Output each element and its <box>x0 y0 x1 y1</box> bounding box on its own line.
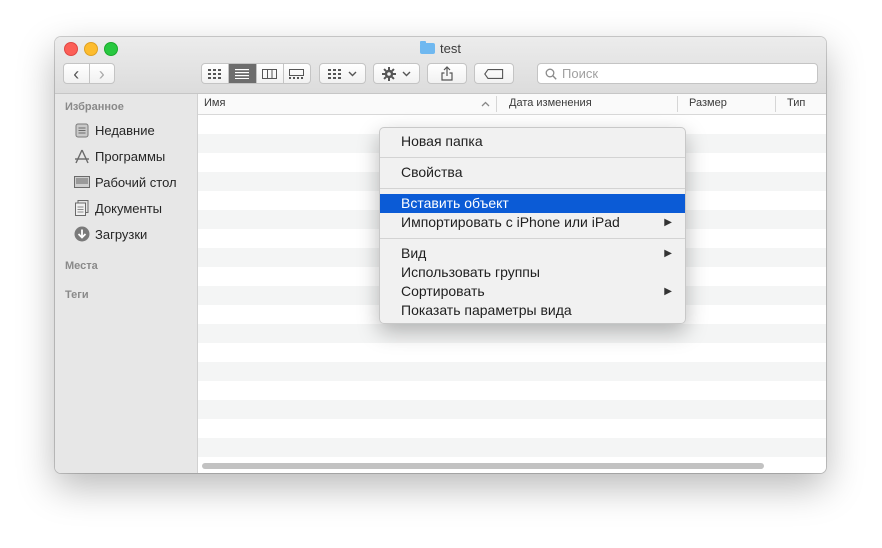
menu-item-get-info[interactable]: Свойства <box>380 163 685 182</box>
column-date-modified[interactable]: Дата изменения <box>509 97 592 109</box>
menu-item-label: Импортировать с iPhone или iPad <box>401 214 620 230</box>
documents-icon <box>73 200 90 216</box>
gallery-icon <box>289 68 305 79</box>
menu-separator <box>380 238 685 239</box>
empty-row <box>198 381 826 400</box>
empty-row <box>198 419 826 438</box>
empty-row <box>198 438 826 457</box>
submenu-arrow-icon: ▶ <box>664 286 672 297</box>
chevron-down-icon <box>402 71 411 76</box>
share-icon <box>441 66 453 81</box>
tags-button[interactable] <box>474 63 514 84</box>
group-grid-icon <box>328 68 341 79</box>
sidebar-item-label: Недавние <box>95 122 155 138</box>
submenu-arrow-icon: ▶ <box>664 217 672 228</box>
sidebar-item-label: Загрузки <box>95 226 148 242</box>
menu-item-paste[interactable]: Вставить объект <box>380 194 685 213</box>
empty-row <box>198 400 826 419</box>
menu-item-label: Использовать группы <box>401 264 540 280</box>
forward-button[interactable]: › <box>90 64 115 83</box>
folder-icon <box>420 41 436 54</box>
window-title-text: test <box>440 41 461 56</box>
menu-item-new-folder[interactable]: Новая папка <box>380 132 685 151</box>
list-view-button[interactable] <box>229 64 257 83</box>
back-button[interactable]: ‹ <box>64 64 90 83</box>
menu-item-view[interactable]: Вид ▶ <box>380 244 685 263</box>
menu-item-show-view-options[interactable]: Показать параметры вида <box>380 301 685 320</box>
downloads-icon <box>73 226 90 242</box>
sidebar: Избранное Недавние Программы Рабочий сто… <box>55 94 198 473</box>
column-kind[interactable]: Тип <box>787 97 805 109</box>
chevron-left-icon: ‹ <box>73 63 80 84</box>
recents-icon <box>73 122 90 138</box>
menu-item-use-groups[interactable]: Использовать группы <box>380 263 685 282</box>
menu-item-label: Сортировать <box>401 283 485 299</box>
sort-ascending-icon <box>481 101 490 107</box>
sidebar-header-tags[interactable]: Теги <box>65 289 89 301</box>
sidebar-item-downloads[interactable]: Загрузки <box>73 224 147 244</box>
search-placeholder: Поиск <box>562 66 599 81</box>
share-button[interactable] <box>427 63 467 84</box>
menu-item-label: Вставить объект <box>401 195 509 211</box>
tag-icon <box>484 68 504 79</box>
desktop-icon <box>73 174 90 190</box>
chevron-right-icon: › <box>98 63 105 84</box>
column-header: Имя Дата изменения Размер Тип <box>198 94 826 115</box>
menu-item-sort-by[interactable]: Сортировать ▶ <box>380 282 685 301</box>
window-title: test <box>55 41 826 57</box>
icon-grid-icon <box>208 68 222 79</box>
applications-icon <box>73 148 90 164</box>
sidebar-item-applications[interactable]: Программы <box>73 146 165 166</box>
menu-item-label: Новая папка <box>401 133 483 149</box>
sidebar-item-label: Программы <box>95 148 166 164</box>
column-view-button[interactable] <box>257 64 284 83</box>
chevron-down-icon <box>348 71 357 76</box>
icon-view-button[interactable] <box>202 64 230 83</box>
menu-item-import-from-iphone[interactable]: Импортировать с iPhone или iPad ▶ <box>380 213 685 232</box>
column-size[interactable]: Размер <box>689 97 727 109</box>
back-forward-group: ‹ › <box>63 63 115 84</box>
action-button[interactable] <box>373 63 420 84</box>
column-divider[interactable] <box>775 96 776 112</box>
columns-icon <box>262 68 278 79</box>
search-icon <box>545 68 557 80</box>
sidebar-item-desktop[interactable]: Рабочий стол <box>73 172 177 192</box>
menu-item-label: Показать параметры вида <box>401 302 572 318</box>
group-by-button[interactable] <box>319 63 366 84</box>
sidebar-item-documents[interactable]: Документы <box>73 198 162 218</box>
list-icon <box>235 68 250 79</box>
column-name[interactable]: Имя <box>204 97 225 109</box>
sidebar-header-favorites: Избранное <box>65 101 124 113</box>
gear-icon <box>382 66 396 81</box>
menu-item-label: Свойства <box>401 164 463 180</box>
sidebar-item-label: Рабочий стол <box>95 174 177 190</box>
sidebar-header-locations[interactable]: Места <box>65 260 98 272</box>
empty-row <box>198 324 826 343</box>
gallery-view-button[interactable] <box>284 64 310 83</box>
context-menu: Новая папка Свойства Вставить объект Имп… <box>379 127 686 324</box>
sidebar-item-label: Документы <box>95 200 163 216</box>
menu-item-label: Вид <box>401 245 427 261</box>
view-mode-segmented <box>201 63 311 84</box>
horizontal-scrollbar[interactable] <box>202 463 764 469</box>
column-divider[interactable] <box>677 96 678 112</box>
empty-row <box>198 343 826 362</box>
titlebar: test ‹ › Поиск <box>55 37 826 94</box>
search-field[interactable]: Поиск <box>537 63 818 84</box>
empty-row <box>198 362 826 381</box>
column-divider[interactable] <box>496 96 497 112</box>
menu-separator <box>380 188 685 189</box>
sidebar-item-recents[interactable]: Недавние <box>73 120 155 140</box>
submenu-arrow-icon: ▶ <box>664 248 672 259</box>
menu-separator <box>380 157 685 158</box>
